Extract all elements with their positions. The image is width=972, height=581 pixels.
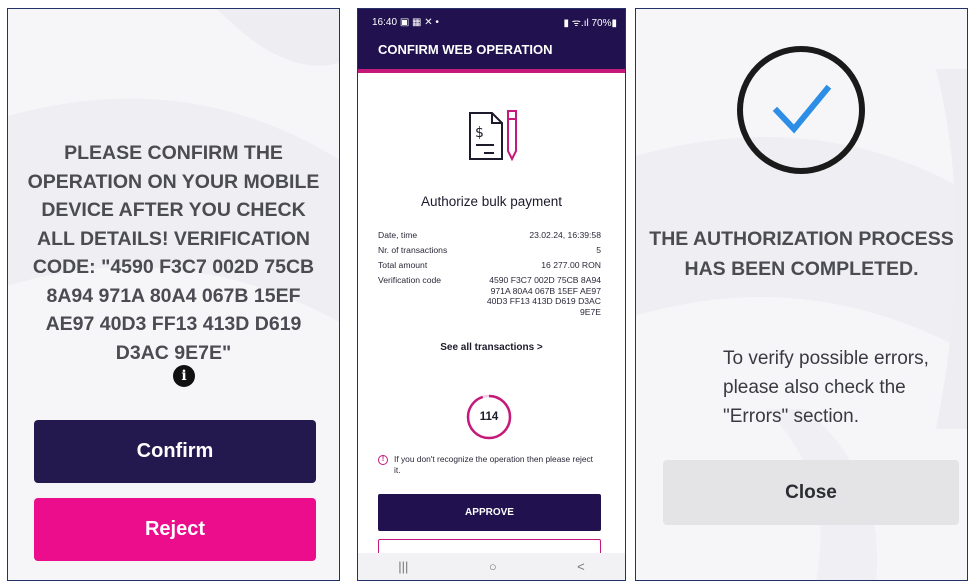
detail-row: Nr. of transactions 5 [378, 245, 601, 255]
detail-row: Date, time 23.02.24, 16:39:58 [378, 230, 601, 240]
reject-button[interactable]: Reject [34, 498, 316, 561]
status-time: 16:40 [372, 16, 398, 28]
operation-details: Date, time 23.02.24, 16:39:58 Nr. of tra… [378, 230, 601, 322]
warning-note: ! If you don't recognize the operation t… [378, 454, 599, 475]
detail-label: Verification code [378, 275, 442, 285]
verification-code-value: 4590 F3C7 002D 75CB 8A94 971A 80A4 067B … [486, 275, 601, 317]
confirmation-message: PLEASE CONFIRM THE OPERATION ON YOUR MOB… [27, 142, 320, 364]
app-bar-title: CONFIRM WEB OPERATION [358, 35, 625, 73]
verify-errors-text: To verify possible errors, please also c… [723, 348, 929, 427]
info-icon[interactable]: i [173, 365, 195, 387]
status-right-icons: ▮ ᯤ.ıl 70%▮ [563, 18, 618, 29]
android-nav-bar: ||| ○ < [358, 553, 625, 580]
detail-label: Date, time [378, 230, 418, 240]
notification-icons: ▣ ▦ ✕ • [399, 16, 439, 28]
detail-label: Nr. of transactions [378, 245, 448, 255]
detail-label: Total amount [378, 260, 428, 270]
checkmark-circle-icon [737, 46, 865, 174]
recent-apps-icon[interactable]: ||| [398, 559, 408, 574]
confirm-button[interactable]: Confirm [34, 420, 316, 483]
warning-text: If you don't recognize the operation the… [394, 454, 594, 475]
svg-text:$: $ [475, 125, 484, 141]
screenshot-collage: PLEASE CONFIRM THE OPERATION ON YOUR MOB… [0, 0, 972, 581]
document-pen-icon: $ [469, 110, 517, 162]
status-bar: 16:40 ▣ ▦ ✕ • ▮ ᯤ.ıl 70%▮ [358, 9, 625, 35]
close-button[interactable]: Close [663, 460, 959, 525]
warning-icon: ! [378, 455, 388, 465]
status-left: 16:40 ▣ ▦ ✕ • [372, 17, 439, 28]
mobile-confirm-screen: 16:40 ▣ ▦ ✕ • ▮ ᯤ.ıl 70%▮ CONFIRM WEB OP… [357, 8, 626, 581]
detail-value: 5 [596, 245, 601, 255]
confirm-on-device-panel: PLEASE CONFIRM THE OPERATION ON YOUR MOB… [7, 8, 340, 581]
completion-title: THE AUTHORIZATION PROCESS HAS BEEN COMPL… [649, 228, 954, 280]
countdown-value: 114 [479, 411, 499, 423]
back-icon[interactable]: < [577, 559, 585, 574]
detail-row: Total amount 16 277.00 RON [378, 260, 601, 270]
home-icon[interactable]: ○ [489, 559, 497, 574]
approve-button[interactable]: APPROVE [378, 494, 601, 531]
operation-title: Authorize bulk payment [420, 194, 563, 209]
detail-value: 16 277.00 RON [541, 260, 601, 270]
see-all-transactions-link[interactable]: See all transactions > [358, 342, 625, 353]
detail-value: 23.02.24, 16:39:58 [529, 230, 601, 240]
authorization-complete-panel: THE AUTHORIZATION PROCESS HAS BEEN COMPL… [635, 8, 968, 581]
detail-row-verification-code: Verification code 4590 F3C7 002D 75CB 8A… [378, 275, 601, 317]
